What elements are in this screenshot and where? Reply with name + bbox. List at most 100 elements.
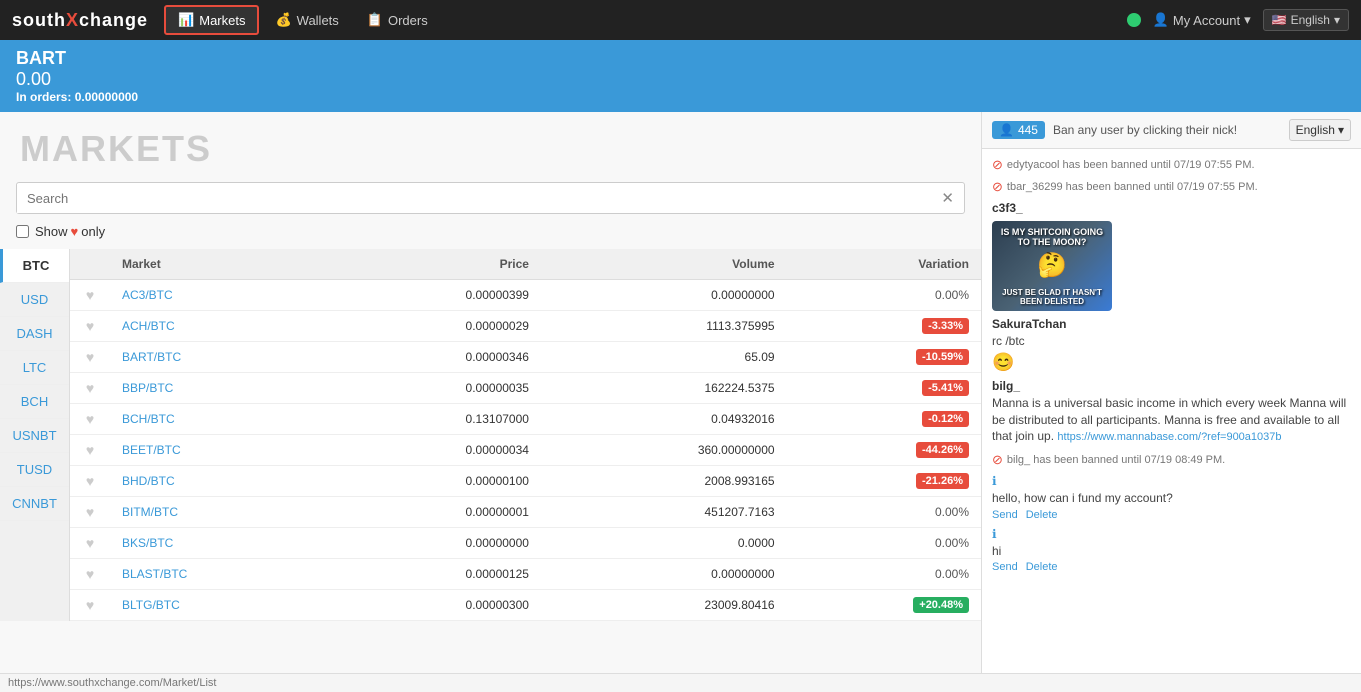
nav-orders[interactable]: 📋 Orders	[355, 7, 440, 33]
tab-cnnbt[interactable]: CNNBT	[0, 487, 69, 521]
tab-ltc[interactable]: LTC	[0, 351, 69, 385]
coin-price: 0.00	[16, 69, 1345, 90]
market-link[interactable]: BLAST/BTC	[122, 567, 187, 581]
chat-text: hi	[992, 543, 1351, 560]
market-link[interactable]: BEET/BTC	[122, 443, 181, 457]
favorite-icon[interactable]: ♥	[86, 566, 94, 582]
market-cell: BCH/BTC	[110, 404, 328, 435]
variation-badge: +20.48%	[913, 597, 969, 613]
in-orders-value: 0.00000000	[75, 90, 138, 104]
delete-link[interactable]: Delete	[1026, 561, 1058, 573]
fav-cell: ♥	[70, 528, 110, 559]
price-cell: 0.00000034	[328, 435, 541, 466]
favorite-icon[interactable]: ♥	[86, 287, 94, 303]
chat-username[interactable]: bilg_	[992, 379, 1351, 393]
logo: southXchange	[12, 10, 148, 31]
my-account-button[interactable]: 👤 My Account ▾	[1153, 12, 1251, 28]
tab-usd[interactable]: USD	[0, 283, 69, 317]
favorite-icon[interactable]: ♥	[86, 318, 94, 334]
table-row: ♥ ACH/BTC 0.00000029 1113.375995 -3.33%	[70, 311, 981, 342]
nav-left: southXchange 📊 Markets 💰 Wallets 📋 Order…	[12, 5, 440, 35]
tab-bch[interactable]: BCH	[0, 385, 69, 419]
favorite-icon[interactable]: ♥	[86, 349, 94, 365]
variation-cell: -21.26%	[787, 466, 981, 497]
variation-cell: 0.00%	[787, 497, 981, 528]
chat-username[interactable]: SakuraTchan	[992, 317, 1351, 331]
market-link[interactable]: BBP/BTC	[122, 381, 173, 395]
favorites-label[interactable]: Show ♥ only	[35, 224, 105, 239]
chat-message-info2: ℹ hi Send Delete	[992, 527, 1351, 574]
currency-tabs: BTC USD DASH LTC BCH USNBT TUSD CNNBT	[0, 249, 70, 621]
chat-text: hello, how can i fund my account?	[992, 490, 1351, 507]
chat-link[interactable]: https://www.mannabase.com/?ref=900a1037b	[1057, 431, 1281, 443]
market-link[interactable]: BCH/BTC	[122, 412, 175, 426]
table-row: ♥ BLTG/BTC 0.00000300 23009.80416 +20.48…	[70, 590, 981, 621]
market-link[interactable]: ACH/BTC	[122, 319, 175, 333]
favorite-icon[interactable]: ♥	[86, 442, 94, 458]
favorite-icon[interactable]: ♥	[86, 411, 94, 427]
fav-cell: ♥	[70, 280, 110, 311]
ban-icon: ⊘	[992, 179, 1003, 195]
table-row: ♥ BBP/BTC 0.00000035 162224.5375 -5.41%	[70, 373, 981, 404]
markets-title: MARKETS	[0, 112, 981, 182]
nav-orders-label: Orders	[388, 13, 428, 28]
favorite-icon[interactable]: ♥	[86, 504, 94, 520]
market-link[interactable]: BITM/BTC	[122, 505, 178, 519]
tab-btc[interactable]: BTC	[0, 249, 69, 283]
market-cell: BKS/BTC	[110, 528, 328, 559]
market-cell: AC3/BTC	[110, 280, 328, 311]
favorites-checkbox[interactable]	[16, 225, 29, 238]
nav-items: 📊 Markets 💰 Wallets 📋 Orders	[164, 5, 440, 35]
fav-cell: ♥	[70, 590, 110, 621]
market-cell: BART/BTC	[110, 342, 328, 373]
favorite-icon[interactable]: ♥	[86, 535, 94, 551]
fav-cell: ♥	[70, 404, 110, 435]
emoji: 😊	[992, 352, 1351, 373]
send-link[interactable]: Send	[992, 509, 1018, 521]
market-link[interactable]: BART/BTC	[122, 350, 181, 364]
market-link[interactable]: BHD/BTC	[122, 474, 175, 488]
table-row: ♥ BEET/BTC 0.00000034 360.00000000 -44.2…	[70, 435, 981, 466]
variation-value: 0.00%	[935, 288, 969, 302]
nav-markets[interactable]: 📊 Markets	[164, 5, 259, 35]
nav-wallets[interactable]: 💰 Wallets	[263, 7, 350, 33]
fav-cell: ♥	[70, 497, 110, 528]
market-link[interactable]: BKS/BTC	[122, 536, 173, 550]
clear-search-button[interactable]: ✕	[931, 183, 964, 213]
search-input[interactable]	[17, 184, 931, 213]
online-count: 445	[1018, 123, 1038, 137]
info-icon: ℹ	[992, 474, 1351, 488]
variation-value: 0.00%	[935, 536, 969, 550]
table-row: ♥ BCH/BTC 0.13107000 0.04932016 -0.12%	[70, 404, 981, 435]
favorite-icon[interactable]: ♥	[86, 473, 94, 489]
chat-ban-text: Ban any user by clicking their nick!	[1053, 123, 1281, 137]
col-volume: Volume	[541, 249, 787, 280]
chat-language-selector[interactable]: English ▾	[1289, 119, 1351, 141]
ban-icon: ⊘	[992, 452, 1003, 468]
delete-link[interactable]: Delete	[1026, 509, 1058, 521]
tab-tusd[interactable]: TUSD	[0, 453, 69, 487]
language-selector[interactable]: 🇺🇸 English ▾	[1263, 9, 1349, 31]
volume-cell: 0.04932016	[541, 404, 787, 435]
chat-messages: ⊘ edytyacool has been banned until 07/19…	[982, 149, 1361, 673]
favorite-icon[interactable]: ♥	[86, 597, 94, 613]
price-cell: 0.00000346	[328, 342, 541, 373]
market-cell: ACH/BTC	[110, 311, 328, 342]
market-link[interactable]: AC3/BTC	[122, 288, 173, 302]
variation-badge: -21.26%	[916, 473, 969, 489]
chat-message-bilg: bilg_ Manna is a universal basic income …	[992, 379, 1351, 446]
top-nav: southXchange 📊 Markets 💰 Wallets 📋 Order…	[0, 0, 1361, 40]
ban-notice-2: ⊘ tbar_36299 has been banned until 07/19…	[992, 179, 1351, 195]
market-link[interactable]: BLTG/BTC	[122, 598, 180, 612]
main-layout: MARKETS ✕ Show ♥ only BTC USD DASH LTC B…	[0, 112, 1361, 673]
table-row: ♥ BART/BTC 0.00000346 65.09 -10.59%	[70, 342, 981, 373]
tab-usnbt[interactable]: USNBT	[0, 419, 69, 453]
chat-username[interactable]: c3f3_	[992, 201, 1351, 215]
favorite-icon[interactable]: ♥	[86, 380, 94, 396]
volume-cell: 65.09	[541, 342, 787, 373]
send-link[interactable]: Send	[992, 561, 1018, 573]
tab-dash[interactable]: DASH	[0, 317, 69, 351]
logo-south: south	[12, 10, 66, 30]
ban-notice-bilg: ⊘ bilg_ has been banned until 07/19 08:4…	[992, 452, 1351, 468]
nav-wallets-label: Wallets	[297, 13, 339, 28]
